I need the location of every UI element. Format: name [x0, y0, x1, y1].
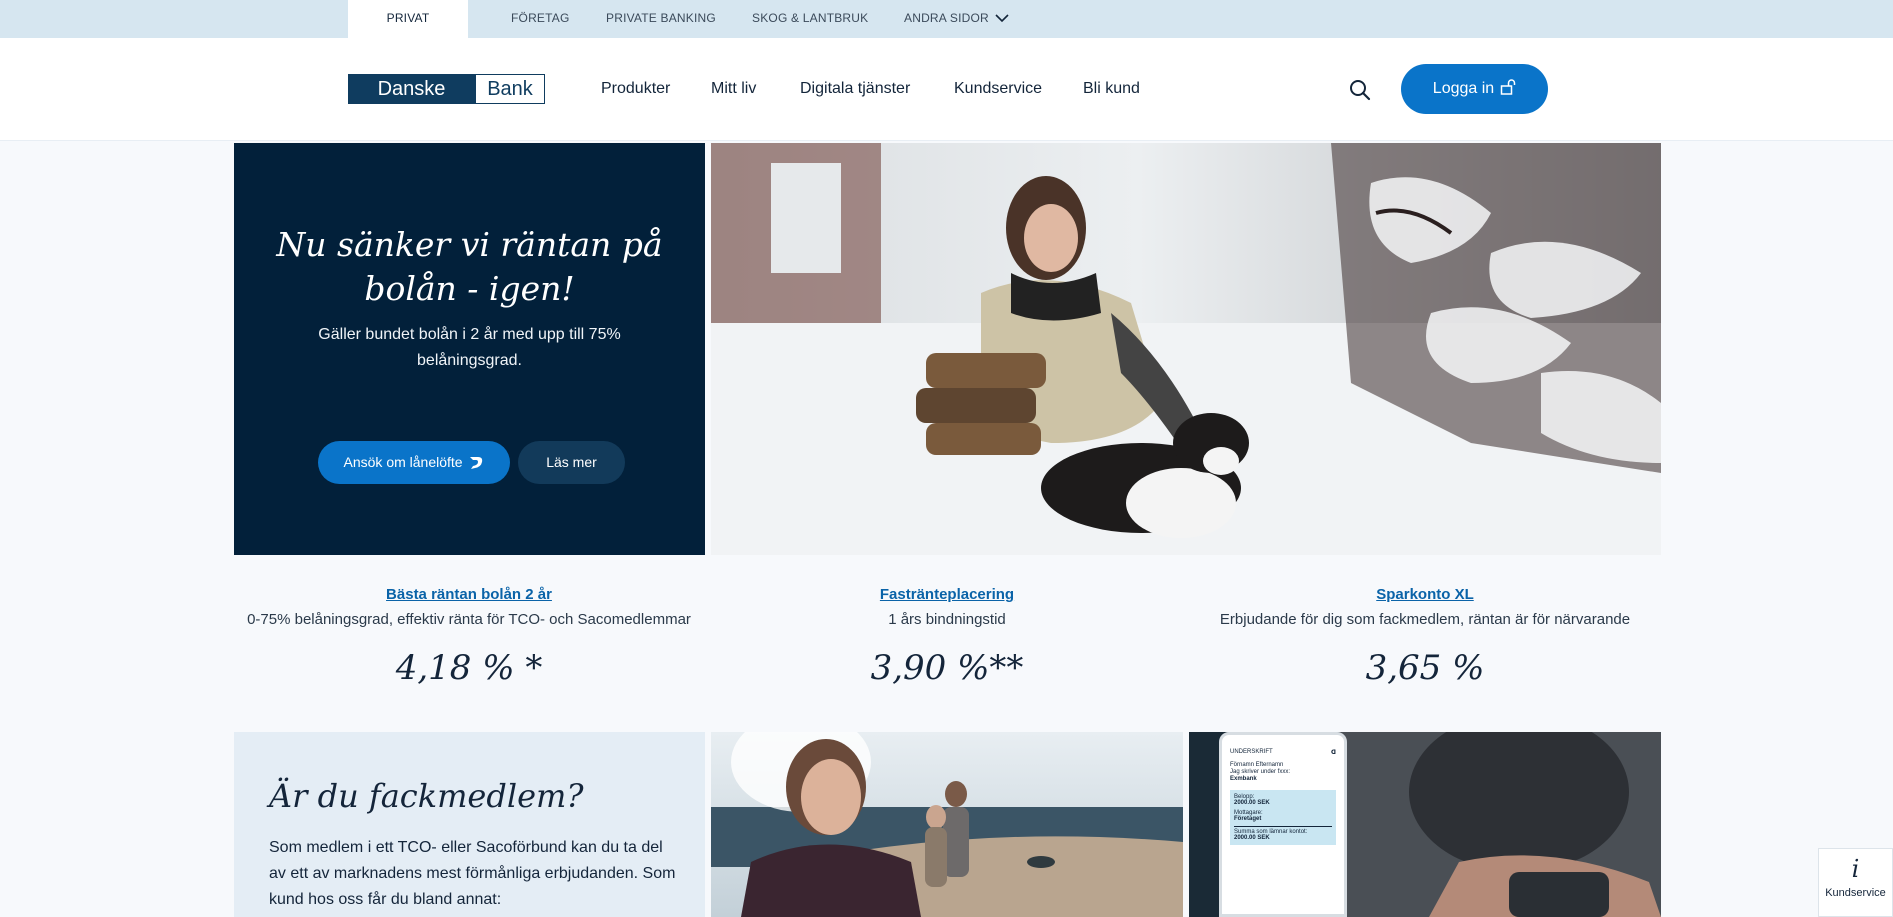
phone-name: Förnamn Efternamn	[1230, 762, 1284, 768]
phone-signs: Jag skriver under fxxx:	[1230, 769, 1291, 775]
savings-rate-value: 3,65 %	[1365, 648, 1485, 688]
danske-mark-icon	[466, 454, 484, 470]
nav-bli-kund[interactable]: Bli kund	[1083, 38, 1140, 140]
phone-doc: Exmbank	[1230, 776, 1257, 782]
hero-panel: Nu sänker vi räntan på bolån - igen! Gäl…	[234, 143, 705, 555]
hero-subtitle: Gäller bundet bolån i 2 år med upp till …	[318, 326, 621, 369]
hero-title: Nu sänker vi räntan på bolån - igen!	[276, 225, 663, 308]
nav-mitt-liv[interactable]: Mitt liv	[711, 38, 756, 140]
fixed-rate-value: 3,90 %**	[870, 648, 1024, 688]
search-icon[interactable]	[1348, 78, 1372, 102]
kundservice-label: Kundservice	[1825, 887, 1886, 899]
tab-foretag[interactable]: FÖRETAG	[511, 0, 570, 38]
fixed-rate-link[interactable]: Fastränteplacering	[712, 586, 1182, 603]
phone-screen: UNDERSKRIFT ᗡ Förnamn Efternamn Jag skri…	[1219, 732, 1347, 917]
tab-private-banking[interactable]: PRIVATE BANKING	[606, 0, 716, 38]
phone-total: 2000.00 SEK	[1234, 835, 1270, 841]
read-more-button[interactable]: Läs mer	[518, 441, 625, 484]
danske-mark-icon: ᗡ	[1331, 750, 1336, 756]
logo-part-2: Bank	[475, 74, 545, 104]
phone-header: UNDERSKRIFT	[1230, 749, 1273, 755]
phone-amount: 2000.00 SEK	[1234, 800, 1270, 806]
nav-produkter[interactable]: Produkter	[601, 38, 670, 140]
tab-privat[interactable]: PRIVAT	[348, 0, 468, 38]
rate-card-savings: Sparkonto XL Erbjudande för dig som fack…	[1190, 586, 1660, 688]
info-icon: i	[1851, 855, 1860, 883]
rate-card-fixed: Fastränteplacering 1 års bindningstid 3,…	[712, 586, 1182, 688]
rate-card-mortgage: Bästa räntan bolån 2 år 0-75% belåningsg…	[234, 586, 704, 688]
mortgage-rate-desc: 0-75% belåningsgrad, effektiv ränta för …	[247, 611, 691, 628]
segment-bar: PRIVAT FÖRETAG PRIVATE BANKING SKOG & LA…	[0, 0, 1893, 38]
nav-digitala-tjanster[interactable]: Digitala tjänster	[800, 38, 910, 140]
hero-image	[711, 143, 1661, 555]
main-header: Danske Bank Produkter Mitt liv Digitala …	[0, 38, 1893, 141]
phone-total-label: Summa som lämnar kontot:	[1234, 826, 1332, 835]
phone-details: Belopp: 2000.00 SEK Mottagare: Företaget…	[1230, 790, 1336, 845]
chevron-down-icon	[995, 1, 1009, 37]
tab-andra-sidor-label: ANDRA SIDOR	[904, 11, 989, 25]
savings-rate-link[interactable]: Sparkonto XL	[1190, 586, 1660, 603]
danske-bank-logo[interactable]: Danske Bank	[348, 74, 545, 104]
savings-rate-desc: Erbjudande för dig som fackmedlem, ränta…	[1219, 611, 1631, 628]
tab-skog-lantbruk[interactable]: SKOG & LANTBRUK	[752, 0, 868, 38]
union-text: Som medlem i ett TCO- eller Sacoförbund …	[269, 839, 676, 908]
beach-image	[711, 732, 1183, 917]
union-panel: Är du fackmedlem? Som medlem i ett TCO- …	[234, 732, 705, 917]
apply-loan-label: Ansök om lånelöfte	[343, 454, 463, 470]
fixed-rate-desc: 1 års bindningstid	[888, 611, 1006, 628]
nav-kundservice[interactable]: Kundservice	[954, 38, 1042, 140]
apply-loan-button[interactable]: Ansök om lånelöfte	[318, 441, 510, 484]
mortgage-rate-link[interactable]: Bästa räntan bolån 2 år	[234, 586, 704, 603]
phone-receiver: Företaget	[1234, 816, 1262, 822]
mobile-signing-image: UNDERSKRIFT ᗡ Förnamn Efternamn Jag skri…	[1189, 732, 1661, 917]
mortgage-rate-value: 4,18 % *	[395, 648, 543, 688]
login-button[interactable]: Logga in	[1401, 64, 1548, 114]
kundservice-widget[interactable]: i Kundservice	[1818, 848, 1893, 917]
login-label: Logga in	[1432, 80, 1495, 97]
unlock-icon	[1494, 79, 1516, 97]
logo-part-1: Danske	[348, 74, 475, 104]
tab-andra-sidor[interactable]: ANDRA SIDOR	[904, 0, 1009, 38]
union-title: Är du fackmedlem?	[269, 777, 584, 815]
